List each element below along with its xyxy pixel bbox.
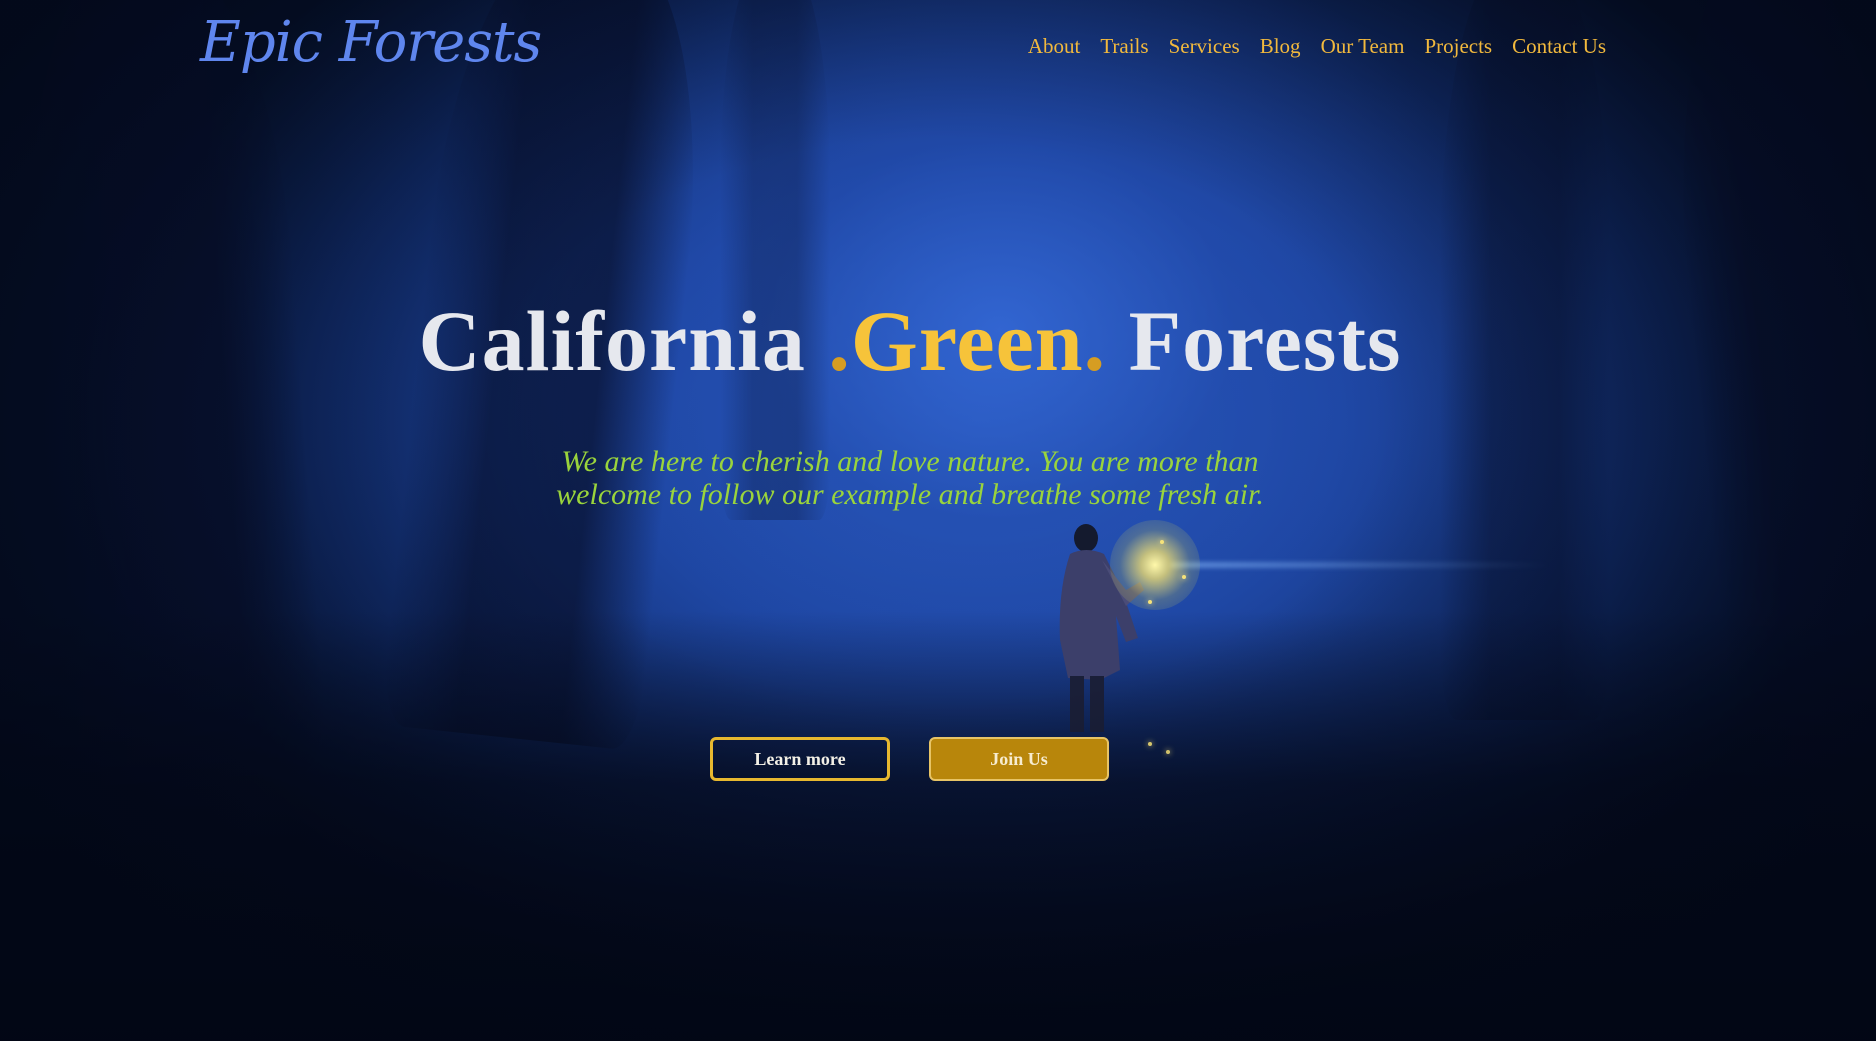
hero-title-part2: Forests <box>1106 293 1402 389</box>
hero-title-accent: Green <box>850 293 1084 389</box>
main-nav: About Trails Services Blog Our Team Proj… <box>1028 34 1606 59</box>
site-logo[interactable]: Epic Forests <box>200 10 542 75</box>
nav-link-projects[interactable]: Projects <box>1424 34 1492 59</box>
hero-title-dot-right: . <box>1083 293 1107 389</box>
nav-link-contact-us[interactable]: Contact Us <box>1512 34 1606 59</box>
hero-title-part1: California <box>418 293 829 389</box>
learn-more-button[interactable]: Learn more <box>710 737 890 781</box>
hero-section: Epic Forests About Trails Services Blog … <box>0 0 1876 1041</box>
nav-link-trails[interactable]: Trails <box>1100 34 1148 59</box>
nav-link-our-team[interactable]: Our Team <box>1321 34 1405 59</box>
hero-tagline-line1: We are here to cherish and love nature. … <box>561 445 1259 478</box>
nav-link-services[interactable]: Services <box>1169 34 1240 59</box>
nav-link-about[interactable]: About <box>1028 34 1081 59</box>
hero-tagline-line2: welcome to follow our example and breath… <box>556 478 1264 511</box>
hero-title: California .Green. Forests <box>0 298 1820 384</box>
hero-title-dot-left: . <box>828 293 851 389</box>
join-us-button[interactable]: Join Us <box>929 737 1109 781</box>
hero-tagline: We are here to cherish and love nature. … <box>0 445 1820 511</box>
vignette-overlay <box>0 0 1876 1041</box>
nav-link-blog[interactable]: Blog <box>1260 34 1301 59</box>
